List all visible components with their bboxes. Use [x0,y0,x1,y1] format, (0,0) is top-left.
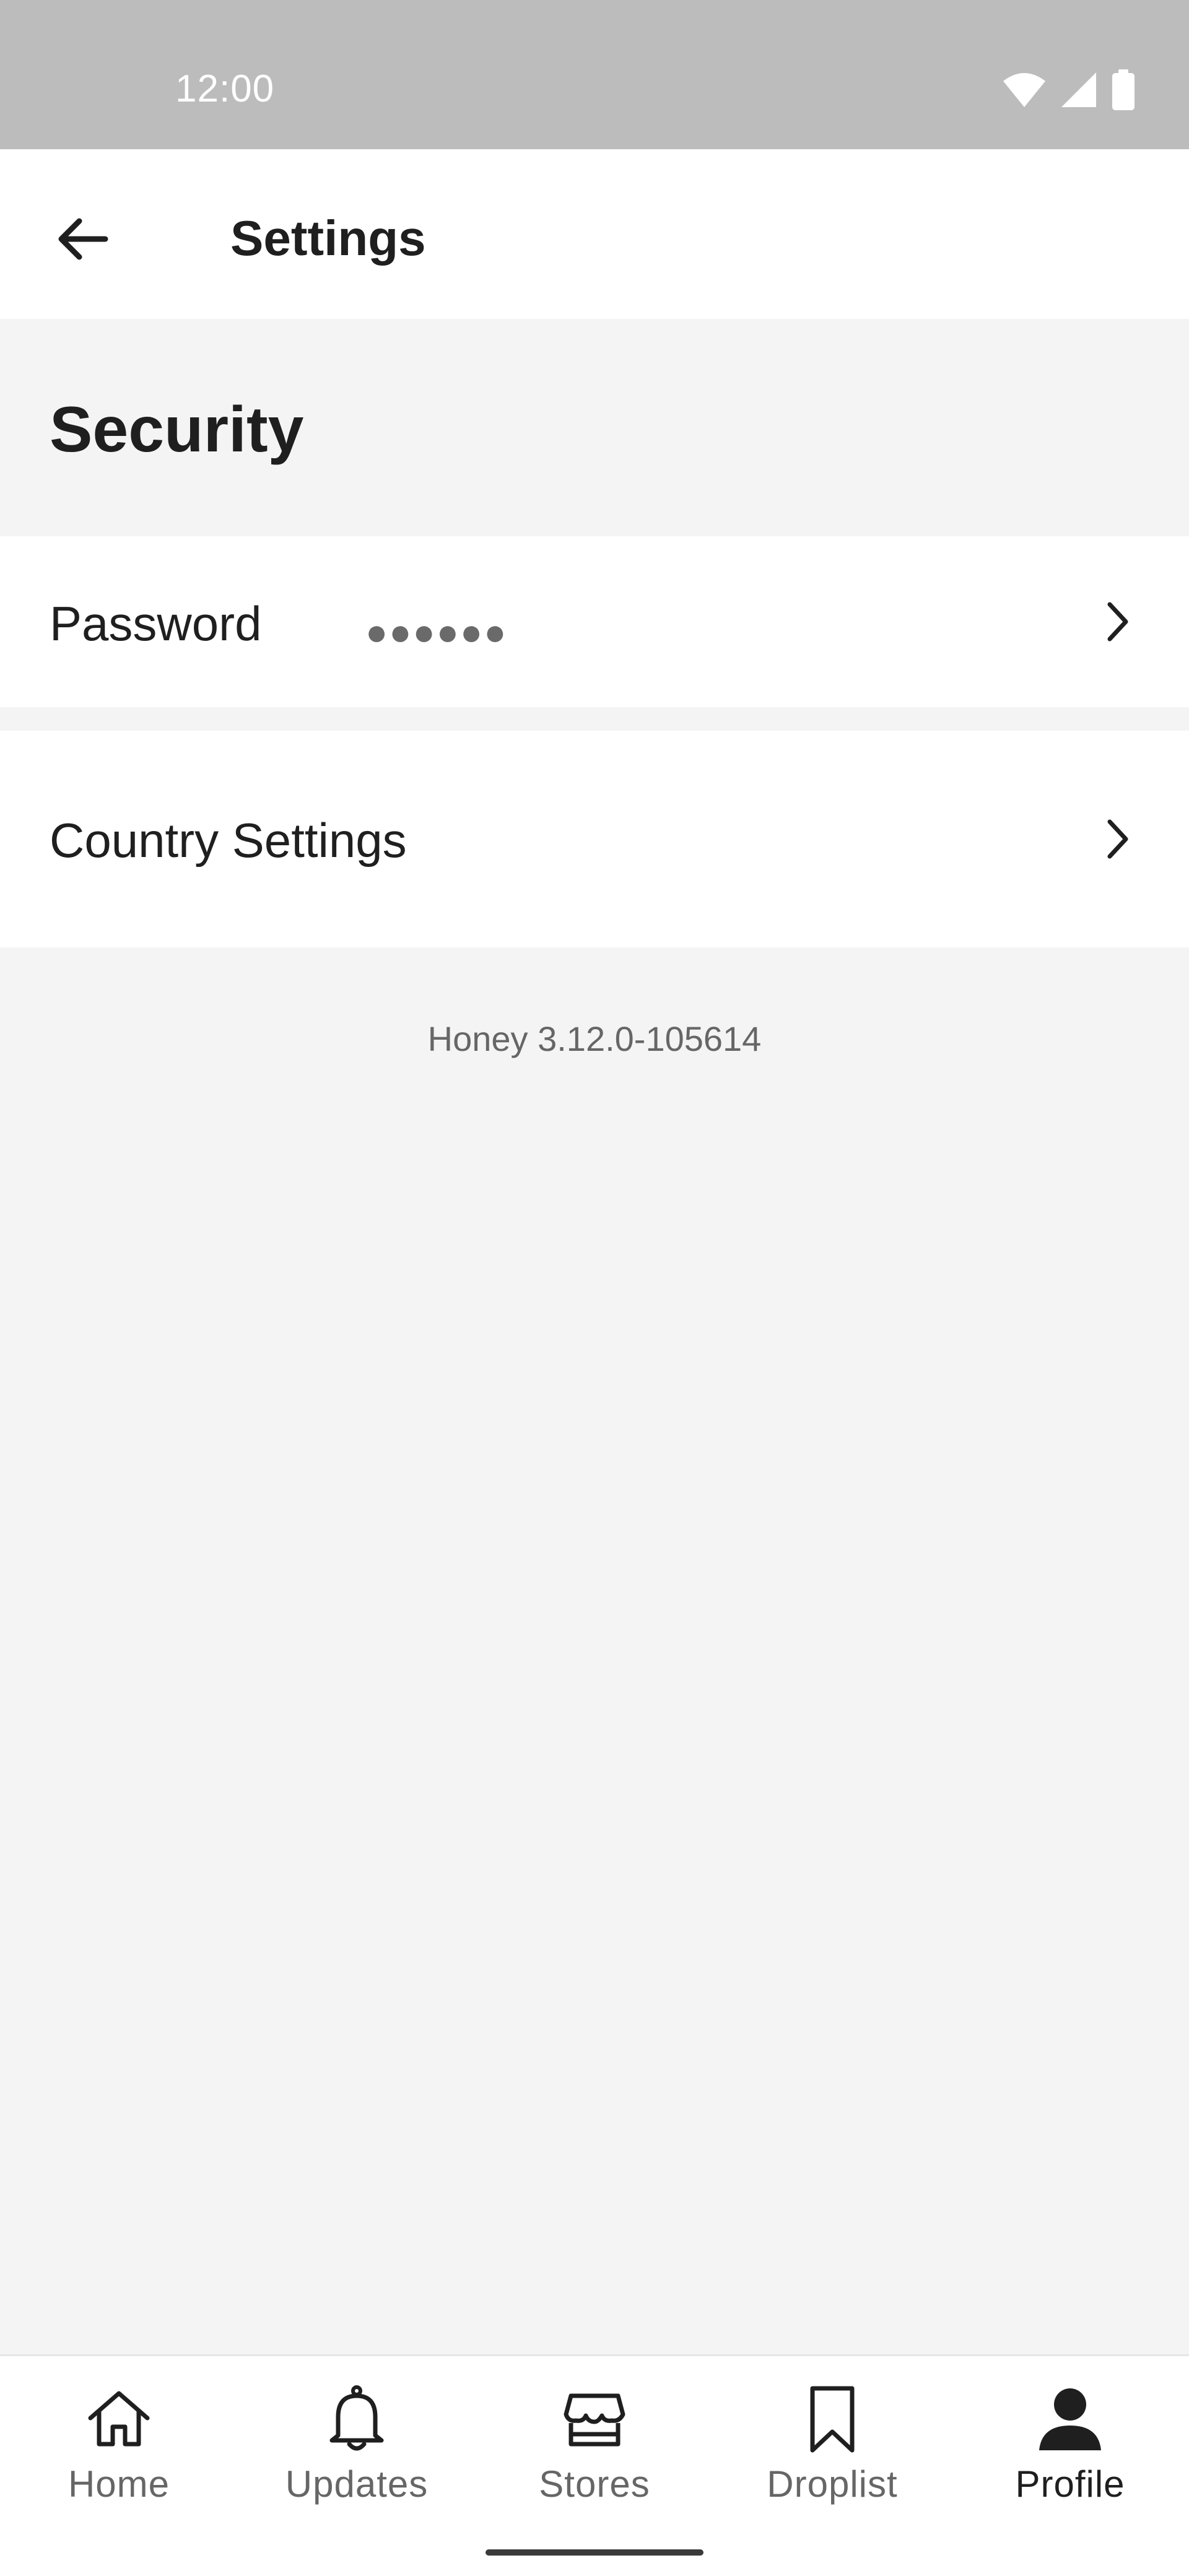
country-settings-row[interactable]: Country Settings [0,731,1189,947]
nav-profile[interactable]: Profile [951,2356,1189,2542]
country-settings-label: Country Settings [50,813,407,868]
wifi-icon [1003,73,1045,107]
nav-home[interactable]: Home [0,2356,238,2542]
nav-label-stores: Stores [539,2463,650,2505]
password-value: ●●●●●● [365,611,508,653]
password-row[interactable]: Password ●●●●●● [0,536,1189,707]
arrow-left-icon [58,218,108,260]
nav-label-updates: Updates [285,2463,429,2505]
security-section-header: Security [0,319,1189,536]
bottom-nav: Home Updates Stores Droplist Profile [0,2354,1189,2576]
status-icons [1002,69,1136,110]
section-title: Security [50,394,304,466]
bell-icon [329,2385,384,2451]
status-bar: 12:00 [0,0,1189,149]
home-icon [88,2391,150,2447]
battery-icon [1112,69,1135,110]
home-indicator[interactable] [486,2549,703,2556]
store-icon [564,2393,625,2447]
person-icon [1039,2388,1101,2450]
nav-droplist[interactable]: Droplist [713,2356,951,2542]
chevron-right-icon [1107,819,1128,859]
chevron-right-icon [1107,602,1128,642]
back-button[interactable] [50,205,118,273]
nav-updates[interactable]: Updates [238,2356,476,2542]
nav-label-profile: Profile [1015,2463,1125,2505]
page-title: Settings [230,211,426,266]
status-time: 12:00 [175,67,275,110]
password-label: Password [50,596,262,651]
app-version: Honey 3.12.0-105614 [427,1019,762,1058]
nav-stores[interactable]: Stores [476,2356,713,2542]
nav-label-droplist: Droplist [767,2463,898,2505]
nav-label-home: Home [68,2463,170,2505]
bookmark-icon [810,2386,855,2453]
signal-icon [1061,72,1096,107]
app-bar: Settings [0,149,1189,319]
